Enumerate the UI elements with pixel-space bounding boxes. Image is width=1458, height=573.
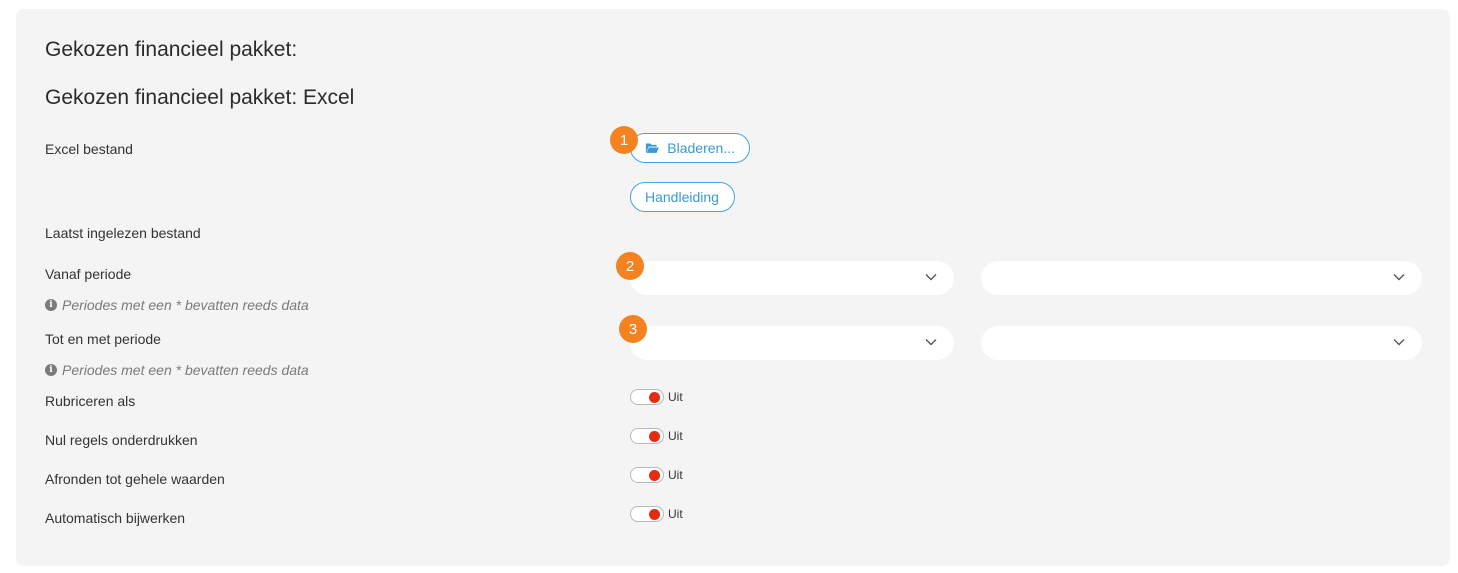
chevron-down-icon bbox=[1393, 274, 1405, 281]
toggle-state: Uit bbox=[668, 390, 683, 404]
toggle-knob bbox=[649, 392, 660, 403]
toggle-label-bijwerken: Automatisch bijwerken bbox=[45, 510, 186, 526]
chevron-down-icon bbox=[1393, 339, 1405, 346]
manual-button[interactable]: Handleiding bbox=[630, 182, 735, 212]
toggle-row-nul-regels: Uit bbox=[630, 428, 683, 444]
toggle-row-rubriceren: Uit bbox=[630, 389, 683, 405]
toggle-knob bbox=[649, 470, 660, 481]
from-year-select[interactable] bbox=[981, 261, 1422, 295]
browse-button-label: Bladeren... bbox=[667, 140, 735, 156]
rubriceren-toggle[interactable] bbox=[630, 389, 664, 405]
info-icon: i bbox=[45, 364, 57, 376]
chevron-down-icon bbox=[925, 274, 937, 281]
toggle-row-bijwerken: Uit bbox=[630, 506, 683, 522]
toggle-state: Uit bbox=[668, 429, 683, 443]
nul-regels-toggle[interactable] bbox=[630, 428, 664, 444]
to-period-label: Tot en met periode bbox=[45, 331, 161, 347]
toggle-label-afronden: Afronden tot gehele waarden bbox=[45, 471, 225, 487]
step-badge-3: 3 bbox=[619, 315, 647, 343]
toggle-state: Uit bbox=[668, 468, 683, 482]
page-title: Gekozen financieel pakket: bbox=[45, 38, 298, 61]
chevron-down-icon bbox=[925, 339, 937, 346]
manual-button-label: Handleiding bbox=[645, 189, 719, 205]
to-year-select[interactable] bbox=[981, 326, 1422, 360]
toggle-knob bbox=[649, 509, 660, 520]
browse-button[interactable]: Bladeren... bbox=[630, 133, 750, 163]
folder-open-icon bbox=[645, 143, 659, 153]
page-subtitle: Gekozen financieel pakket: Excel bbox=[45, 86, 355, 109]
step-badge-2: 2 bbox=[616, 252, 644, 280]
from-period-label: Vanaf periode bbox=[45, 266, 132, 282]
excel-file-label: Excel bestand bbox=[45, 141, 133, 157]
toggle-knob bbox=[649, 431, 660, 442]
bijwerken-toggle[interactable] bbox=[630, 506, 664, 522]
to-period-select[interactable] bbox=[630, 326, 954, 360]
info-icon: i bbox=[45, 299, 57, 311]
last-read-file-label: Laatst ingelezen bestand bbox=[45, 225, 201, 241]
toggle-row-afronden: Uit bbox=[630, 467, 683, 483]
from-period-hint-text: Periodes met een * bevatten reeds data bbox=[62, 297, 309, 313]
from-period-hint: i Periodes met een * bevatten reeds data bbox=[45, 297, 309, 313]
toggle-label-rubriceren: Rubriceren als bbox=[45, 393, 136, 409]
to-period-hint: i Periodes met een * bevatten reeds data bbox=[45, 362, 309, 378]
to-period-hint-text: Periodes met een * bevatten reeds data bbox=[62, 362, 309, 378]
toggle-state: Uit bbox=[668, 507, 683, 521]
toggle-label-nul-regels: Nul regels onderdrukken bbox=[45, 432, 198, 448]
from-period-select[interactable] bbox=[630, 261, 954, 295]
afronden-toggle[interactable] bbox=[630, 467, 664, 483]
step-badge-1: 1 bbox=[610, 126, 638, 154]
